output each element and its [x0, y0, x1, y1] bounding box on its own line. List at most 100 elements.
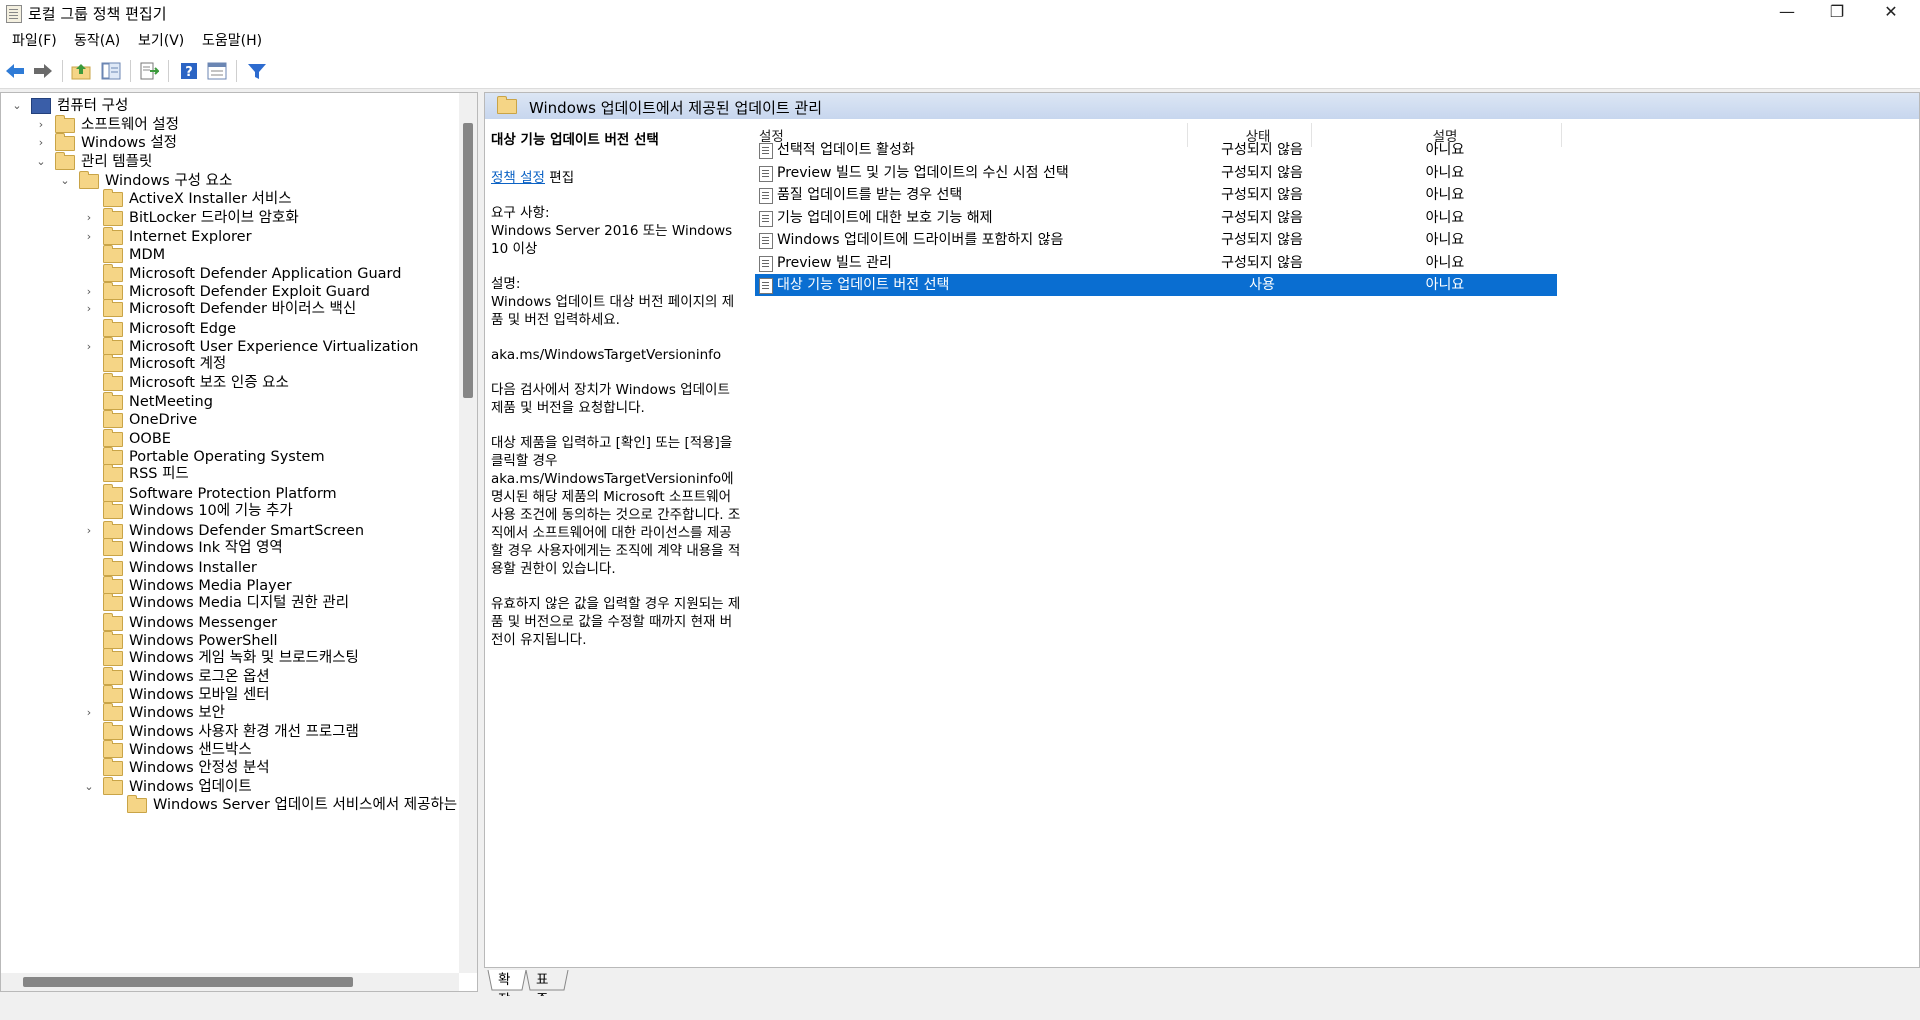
- expand-chevron-icon[interactable]: ›: [83, 702, 95, 724]
- policy-editor-app-icon: [6, 5, 22, 23]
- details-header: Windows 업데이트에서 제공된 업데이트 관리: [485, 93, 1919, 119]
- menu-file[interactable]: 파일(F): [12, 30, 57, 50]
- policy-setting-icon: [759, 143, 773, 159]
- column-divider[interactable]: [1561, 123, 1562, 147]
- console-tree-pane[interactable]: ⌄ 컴퓨터 구성 › 소프트웨어 설정 › Windows 설정 ⌄ 관리 템플릿 ⌄ Windo…: [0, 92, 478, 992]
- collapse-chevron-icon[interactable]: ⌄: [59, 170, 71, 192]
- policy-state: 구성되지 않음: [1221, 209, 1303, 226]
- toolbar-separator: [236, 60, 237, 82]
- expand-chevron-icon[interactable]: ›: [83, 520, 95, 542]
- policy-state: 구성되지 않음: [1221, 254, 1303, 271]
- edit-suffix: 편집: [544, 170, 575, 186]
- menu-help[interactable]: 도움말(H): [202, 30, 262, 50]
- description-text: 설명: Windows 업데이트 대상 버전 페이지의 제품 및 버전 입력하세…: [491, 276, 735, 328]
- expand-chevron-icon[interactable]: ›: [83, 298, 95, 320]
- policy-row[interactable]: 기능 업데이트에 대한 보호 기능 해제 구성되지 않음 아니요: [755, 207, 1557, 229]
- menu-bar: 파일(F) 동작(A) 보기(V) 도움말(H): [0, 26, 1920, 52]
- folder-icon: [103, 484, 123, 502]
- policy-state: 구성되지 않음: [1221, 164, 1303, 181]
- folder-icon: [103, 282, 123, 300]
- policy-setting-icon: [759, 165, 773, 182]
- policy-comment: 아니요: [1425, 254, 1465, 271]
- description-para-2: 대상 제품을 입력하고 [확인] 또는 [적용]을 클릭할 경우 aka.ms/…: [491, 435, 741, 577]
- policy-comment: 아니요: [1425, 232, 1465, 248]
- computer-icon: [31, 98, 51, 114]
- menu-action[interactable]: 동작(A): [74, 30, 120, 50]
- policy-name: 기능 업데이트에 대한 보호 기능 해제: [777, 209, 993, 226]
- policy-row[interactable]: Preview 빌드 관리 구성되지 않음 아니요: [755, 252, 1557, 274]
- edit-policy-link[interactable]: 정책 설정: [491, 170, 545, 186]
- folder-icon: [103, 777, 123, 795]
- toolbar-separator: [168, 60, 169, 82]
- policy-comment: 아니요: [1425, 277, 1465, 293]
- policy-setting-icon: [759, 188, 773, 204]
- folder-icon: [103, 447, 123, 465]
- policy-state: 구성되지 않음: [1221, 187, 1303, 203]
- folder-icon: [103, 429, 123, 447]
- collapse-chevron-icon[interactable]: ⌄: [11, 95, 23, 117]
- filter-icon[interactable]: [246, 60, 268, 82]
- policy-name: Preview 빌드 관리: [777, 254, 892, 271]
- svg-text:?: ?: [185, 65, 193, 80]
- description-para-1: 다음 검사에서 장치가 Windows 업데이트 제품 및 버전을 요청합니다.: [491, 382, 730, 416]
- folder-icon: [103, 722, 123, 740]
- folder-icon: [103, 208, 123, 226]
- policy-comment: 아니요: [1425, 187, 1465, 203]
- scroll-thumb[interactable]: [463, 123, 473, 398]
- folder-icon: [103, 410, 123, 428]
- tree-node-label: Windows 10에 기능 추가: [129, 503, 293, 519]
- policy-row[interactable]: Preview 빌드 및 기능 업데이트의 수신 시점 선택 구성되지 않음 아니요: [755, 162, 1557, 184]
- folder-icon: [103, 521, 123, 539]
- expand-chevron-icon[interactable]: ›: [83, 226, 95, 248]
- folder-icon: [103, 264, 123, 282]
- tab-standard[interactable]: 표준: [530, 970, 554, 1008]
- policy-name: 선택적 업데이트 활성화: [777, 142, 915, 158]
- export-list-icon[interactable]: [138, 60, 160, 82]
- policy-name: 대상 기능 업데이트 버전 선택: [777, 277, 950, 293]
- back-arrow-icon[interactable]: [4, 60, 26, 82]
- up-folder-icon[interactable]: [70, 60, 92, 82]
- expand-chevron-icon[interactable]: ›: [83, 336, 95, 358]
- scroll-thumb[interactable]: [23, 977, 353, 987]
- show-hide-tree-icon[interactable]: [100, 60, 122, 82]
- folder-icon: [79, 171, 99, 189]
- policy-row[interactable]: 대상 기능 업데이트 버전 선택 사용 아니요: [755, 274, 1557, 296]
- folder-icon: [103, 354, 123, 372]
- restore-button[interactable]: ❐: [1812, 0, 1862, 26]
- description-heading: 대상 기능 업데이트 버전 선택: [491, 132, 659, 148]
- tab-extended[interactable]: 확장: [492, 970, 516, 1008]
- folder-icon: [103, 593, 123, 611]
- folder-icon: [55, 152, 75, 170]
- collapse-chevron-icon[interactable]: ⌄: [83, 776, 95, 798]
- folder-icon: [55, 115, 75, 133]
- folder-icon: [103, 740, 123, 758]
- tree-node-label: Windows Ink 작업 영역: [129, 540, 283, 556]
- forward-arrow-icon[interactable]: [32, 60, 54, 82]
- folder-icon: [497, 96, 517, 114]
- policy-row[interactable]: 품질 업데이트를 받는 경우 선택 구성되지 않음 아니요: [755, 184, 1557, 206]
- properties-icon[interactable]: [206, 60, 228, 82]
- folder-icon: [103, 558, 123, 576]
- policy-setting-icon: [759, 255, 773, 272]
- help-icon[interactable]: ?: [178, 60, 200, 82]
- policy-setting-icon: [759, 210, 773, 227]
- menu-view[interactable]: 보기(V): [138, 30, 184, 50]
- folder-icon: [103, 464, 123, 482]
- tree-horizontal-scrollbar[interactable]: [1, 973, 459, 991]
- collapse-chevron-icon[interactable]: ⌄: [35, 151, 47, 173]
- window-title: 로컬 그룹 정책 편집기: [28, 5, 167, 23]
- folder-icon: [103, 245, 123, 263]
- close-button[interactable]: ✕: [1866, 0, 1916, 26]
- minimize-button[interactable]: —: [1762, 0, 1812, 26]
- tree-node-label: Microsoft Defender 바이러스 백신: [129, 301, 357, 317]
- policy-row[interactable]: 선택적 업데이트 활성화 구성되지 않음 아니요: [755, 139, 1557, 161]
- policy-setting-icon: [759, 233, 773, 249]
- policy-name: Preview 빌드 및 기능 업데이트의 수신 시점 선택: [777, 164, 1069, 181]
- folder-icon: [103, 703, 123, 721]
- folder-icon: [103, 373, 123, 391]
- tree-node-label: Windows Server 업데이트 서비스에서 제공하는: [153, 797, 458, 813]
- policy-row[interactable]: Windows 업데이트에 드라이버를 포함하지 않음 구성되지 않음 아니요: [755, 229, 1557, 251]
- folder-icon: [103, 648, 123, 666]
- folder-icon: [103, 319, 123, 337]
- tree-vertical-scrollbar[interactable]: [459, 93, 477, 973]
